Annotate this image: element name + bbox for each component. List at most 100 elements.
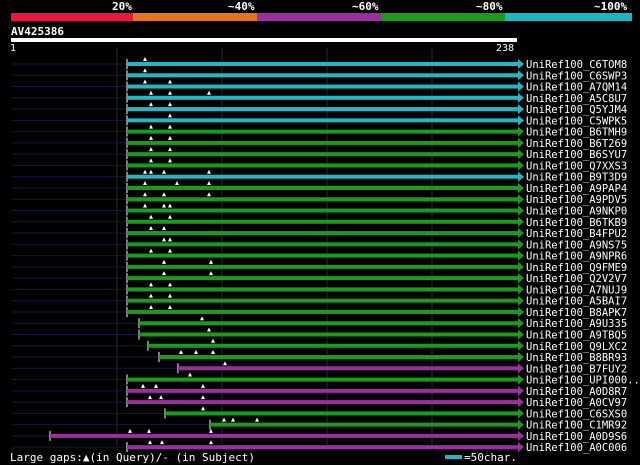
hit-label: UniRef100_A0D8R7 xyxy=(526,386,627,398)
scale-label: =50char. xyxy=(464,451,517,464)
hit-alignments: UniRef100_C6TOM8UniRef100_C6SWP3UniRef10… xyxy=(12,48,640,454)
gap-marker-icon xyxy=(168,102,172,107)
gap-marker-icon xyxy=(168,147,172,152)
gap-marker-icon xyxy=(168,135,172,140)
hit-bar xyxy=(50,433,518,438)
hit-label: UniRef100_B6T269 xyxy=(526,138,627,150)
gap-marker-icon xyxy=(162,259,166,264)
hit-arrow-icon xyxy=(518,397,524,408)
hit-arrow-icon xyxy=(518,385,524,396)
gap-marker-icon xyxy=(159,395,163,400)
hit-bar xyxy=(127,242,518,247)
hit-arrow-icon xyxy=(518,216,524,227)
gap-marker-icon xyxy=(223,361,227,366)
hit-bar xyxy=(159,355,518,360)
gap-marker-icon xyxy=(231,417,235,422)
gap-marker-icon xyxy=(222,417,226,422)
hit-label: UniRef100_B6TKB9 xyxy=(526,217,627,229)
gap-marker-icon xyxy=(201,383,205,388)
hit-label: UniRef100_A9NPR6 xyxy=(526,251,627,263)
gap-marker-icon xyxy=(162,237,166,242)
hit-arrow-icon xyxy=(518,250,524,261)
gap-marker-icon xyxy=(168,203,172,208)
hit-label: UniRef100_A0C006 xyxy=(526,442,627,454)
gap-marker-icon xyxy=(211,350,215,355)
gap-marker-icon xyxy=(149,304,153,309)
gap-marker-icon xyxy=(175,180,179,185)
gap-marker-icon xyxy=(207,327,211,332)
hit-arrow-icon xyxy=(518,205,524,216)
hit-label: UniRef100_B8BR93 xyxy=(526,352,627,364)
hit-label: UniRef100_A0CV97 xyxy=(526,397,627,409)
hit-arrow-icon xyxy=(518,295,524,306)
hit-bar xyxy=(165,411,518,416)
gap-marker-icon xyxy=(154,383,158,388)
gap-marker-icon xyxy=(207,192,211,197)
gap-marker-icon xyxy=(149,293,153,298)
hit-bar xyxy=(127,377,518,382)
gap-marker-icon xyxy=(147,428,151,433)
hit-arrow-icon xyxy=(518,92,524,103)
gap-marker-icon xyxy=(168,79,172,84)
hit-bar xyxy=(127,264,518,269)
gap-marker-icon xyxy=(143,169,147,174)
gap-marker-icon xyxy=(149,102,153,107)
hit-arrow-icon xyxy=(518,374,524,385)
hit-label: UniRef100_Q9LXC2 xyxy=(526,341,627,353)
hit-arrow-icon xyxy=(518,126,524,137)
hit-arrow-icon xyxy=(518,104,524,115)
gap-marker-icon xyxy=(194,350,198,355)
hit-label: UniRef100_UPI000.. xyxy=(526,375,640,387)
hit-bar xyxy=(127,107,518,112)
hit-label: UniRef100_A9NS75 xyxy=(526,239,627,251)
gap-marker-icon xyxy=(201,406,205,411)
gap-marker-icon xyxy=(168,304,172,309)
gap-marker-icon xyxy=(148,395,152,400)
gap-marker-icon xyxy=(143,79,147,84)
hit-arrow-icon xyxy=(518,228,524,239)
gap-marker-icon xyxy=(149,147,153,152)
hit-bar xyxy=(127,73,518,78)
hit-bar xyxy=(127,219,518,224)
gap-marker-icon xyxy=(162,271,166,276)
gap-marker-icon xyxy=(162,192,166,197)
gap-marker-icon xyxy=(149,214,153,219)
hit-bar xyxy=(139,332,518,337)
hit-label: UniRef100_Q5YJM4 xyxy=(526,104,627,116)
gap-marker-icon xyxy=(201,395,205,400)
hit-arrow-icon xyxy=(518,59,524,69)
hit-arrow-icon xyxy=(518,318,524,329)
hit-bar xyxy=(210,422,518,427)
hit-label: UniRef100_A5BAI7 xyxy=(526,296,627,308)
hit-bar xyxy=(127,253,518,258)
hit-arrow-icon xyxy=(518,160,524,171)
hit-label: UniRef100_A9PAP4 xyxy=(526,183,627,195)
gap-marker-icon xyxy=(143,203,147,208)
hit-label: UniRef100_A0D9S6 xyxy=(526,431,627,443)
hit-bar xyxy=(127,276,518,281)
hit-label: UniRef100_A9NKP0 xyxy=(526,206,627,218)
gap-marker-icon xyxy=(143,57,147,61)
gap-marker-icon xyxy=(149,158,153,163)
hit-label: UniRef100_B7FUY2 xyxy=(526,363,627,375)
hit-label: UniRef100_A9PDV5 xyxy=(526,194,627,206)
hit-arrow-icon xyxy=(518,430,524,441)
hit-label: UniRef100_C1MR92 xyxy=(526,420,627,432)
hit-bar xyxy=(127,208,518,213)
gap-marker-icon xyxy=(162,203,166,208)
gap-marker-icon xyxy=(168,293,172,298)
hit-bar xyxy=(178,366,518,371)
hit-label: UniRef100_A5C8U7 xyxy=(526,93,627,105)
hit-arrow-icon xyxy=(518,284,524,295)
hit-label: UniRef100_B9T3D9 xyxy=(526,172,627,184)
gap-marker-icon xyxy=(160,440,164,445)
hit-arrow-icon xyxy=(518,70,524,81)
hit-arrow-icon xyxy=(518,273,524,284)
gap-marker-icon xyxy=(168,158,172,163)
hit-bar xyxy=(127,185,518,190)
gap-marker-icon xyxy=(188,372,192,377)
hit-bar xyxy=(127,197,518,202)
hit-arrow-icon xyxy=(518,194,524,205)
gap-marker-icon xyxy=(141,383,145,388)
hit-bar xyxy=(127,287,518,292)
